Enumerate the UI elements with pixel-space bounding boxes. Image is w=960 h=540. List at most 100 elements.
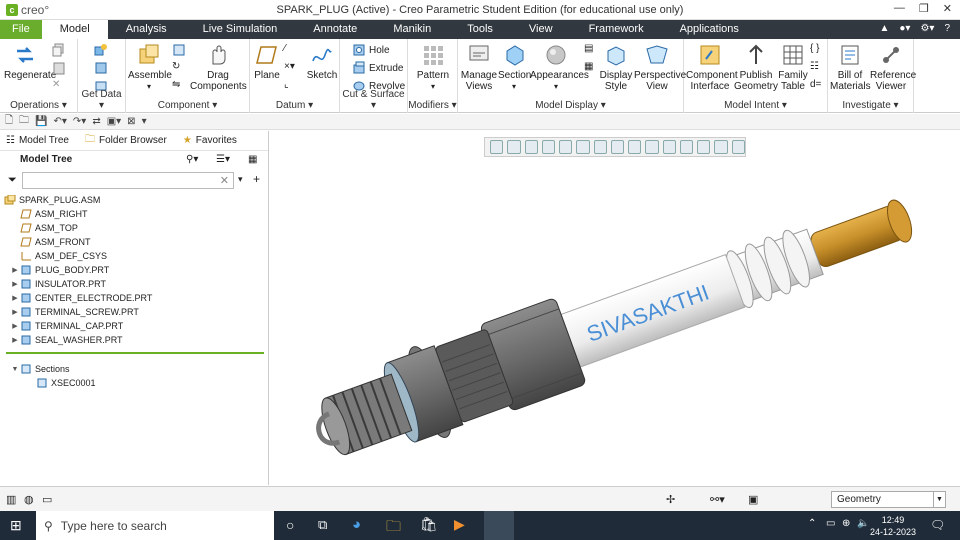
restore-icon[interactable]: ❐ (919, 2, 929, 15)
undo-icon[interactable]: ↶▾ (54, 116, 67, 127)
mirror-component-icon[interactable]: ⇋ (172, 79, 180, 90)
tab-tools[interactable]: Tools (449, 20, 511, 39)
close-window-icon[interactable]: ⊠ (127, 116, 135, 127)
select-box-icon[interactable]: ▣ (748, 493, 758, 506)
tree-item-csys[interactable]: ASM_DEF_CSYS (0, 249, 269, 263)
minimize-icon[interactable]: — (894, 2, 905, 15)
tree-item-datum[interactable]: ASM_TOP (0, 221, 269, 235)
assemble-button[interactable]: Assemble ▾ (128, 43, 172, 92)
tab-framework[interactable]: Framework (571, 20, 662, 39)
tree-item-root[interactable]: SPARK_PLUG.ASM (0, 193, 269, 207)
relations-icon[interactable]: ☷ (810, 61, 819, 72)
regenerate-button[interactable]: Regenerate (4, 43, 56, 81)
publish-geometry-button[interactable]: Publish Geometry (734, 43, 778, 92)
tab-live-simulation[interactable]: Live Simulation (185, 20, 296, 39)
family-table-button[interactable]: Family Table (778, 43, 808, 92)
tree-search-input[interactable]: ✕ (22, 172, 234, 189)
edge-icon[interactable]: ◕ (352, 516, 361, 533)
csys-icon[interactable]: ⌞ (284, 79, 289, 90)
d-equals-button[interactable]: d= (810, 79, 821, 90)
find-icon[interactable]: ⚯▾ (710, 493, 725, 506)
clear-search-icon[interactable]: ✕ (220, 174, 229, 187)
manage-views-button[interactable]: Manage Views (460, 43, 498, 92)
windows-icon[interactable]: ▣▾ (107, 116, 121, 127)
regen-status-icon[interactable]: ✢ (666, 493, 675, 506)
extrude-button[interactable]: Extrude (352, 61, 403, 75)
tab-manikin[interactable]: Manikin (375, 20, 449, 39)
selection-filter[interactable]: Geometry ▼ (831, 491, 946, 508)
tree-item-datum[interactable]: ASM_RIGHT (0, 207, 269, 221)
delete-icon[interactable]: ✕ (52, 79, 60, 90)
tab-analysis[interactable]: Analysis (108, 20, 185, 39)
view-manager-icon[interactable]: ▦ (584, 61, 593, 72)
display-style-button[interactable]: Display Style (598, 43, 634, 92)
cortana-icon[interactable]: ○ (286, 517, 294, 533)
tab-folder-browser[interactable]: 🗀 Folder Browser (85, 132, 167, 149)
layers-icon[interactable]: ▤ (584, 43, 593, 54)
repeat-icon[interactable]: ↻ (172, 61, 180, 72)
taskbar-clock[interactable]: 12:49 24-12-2023 (870, 514, 916, 538)
taskbar-search[interactable]: ⚲ Type here to search (36, 511, 274, 540)
perspective-view-button[interactable]: Perspective View (634, 43, 686, 92)
sketch-button[interactable]: Sketch (306, 43, 338, 81)
show-navigator-icon[interactable]: ▥ (6, 493, 16, 506)
pattern-button[interactable]: Pattern ▾ (412, 43, 454, 92)
save-icon[interactable]: 💾 (35, 116, 47, 127)
tab-model[interactable]: Model (41, 20, 108, 39)
tree-item-part[interactable]: ▶ PLUG_BODY.PRT (0, 263, 269, 277)
store-icon[interactable]: 🛍 (420, 516, 438, 533)
component-interface-button[interactable]: Component Interface (686, 43, 738, 92)
close-icon[interactable]: ✕ (943, 2, 952, 15)
redo-icon[interactable]: ↷▾ (73, 116, 86, 127)
tab-model-tree[interactable]: ☷ Model Tree (6, 135, 69, 146)
tree-item-sections[interactable]: ▼ Sections (0, 362, 269, 376)
new-file-icon[interactable]: 🗋 (5, 113, 13, 130)
create-component-icon[interactable] (172, 43, 186, 57)
tree-settings-icon[interactable]: ⚲▾ (186, 151, 198, 169)
bill-of-materials-button[interactable]: Bill of Materials (830, 43, 871, 92)
plane-button[interactable]: Plane (252, 43, 282, 81)
tab-favorites[interactable]: ★ Favorites (183, 135, 237, 146)
help-icon[interactable]: ? (944, 23, 950, 34)
axis-icon[interactable]: ⁄ (284, 43, 286, 54)
network-icon[interactable]: ⊕ (842, 518, 850, 529)
settings-icon[interactable]: ⚙▾ (920, 23, 934, 34)
file-explorer-icon[interactable]: 🗀 (386, 516, 401, 540)
command-search-icon[interactable]: ●▾ (899, 23, 910, 34)
search-dropdown-icon[interactable]: ▾ (238, 174, 243, 185)
show-icon[interactable]: ☰▾ (216, 151, 230, 169)
user-defined-feature-icon[interactable] (94, 43, 108, 57)
tree-item-section[interactable]: XSEC0001 (0, 376, 269, 390)
appearances-button[interactable]: Appearances ▾ (530, 43, 589, 92)
tree-item-part[interactable]: ▶ TERMINAL_CAP.PRT (0, 319, 269, 333)
qat-customize-icon[interactable]: ▾ (142, 116, 147, 127)
tab-applications[interactable]: Applications (662, 20, 757, 39)
tree-item-datum[interactable]: ASM_FRONT (0, 235, 269, 249)
tab-file[interactable]: File (0, 20, 42, 39)
tree-item-part[interactable]: ▶ INSULATOR.PRT (0, 277, 269, 291)
creo-taskbar-icon[interactable] (484, 511, 514, 540)
point-icon[interactable]: ×▾ (284, 61, 295, 72)
tree-item-part[interactable]: ▶ CENTER_ELECTRODE.PRT (0, 291, 269, 305)
regenerate-small-icon[interactable]: ⇄ (92, 116, 100, 127)
graphics-window[interactable]: SIVASAKTHI (270, 131, 960, 485)
add-column-icon[interactable]: + (253, 172, 260, 186)
minimize-ribbon-icon[interactable]: ▲ (879, 23, 889, 34)
tab-annotate[interactable]: Annotate (295, 20, 375, 39)
tray-chevron-icon[interactable]: ⌃ (808, 518, 816, 529)
drag-components-button[interactable]: Drag Components (190, 43, 247, 92)
copy-icon[interactable] (52, 43, 66, 57)
tree-filter-options-icon[interactable]: ▦ (248, 151, 257, 169)
full-screen-icon[interactable]: ▭ (42, 493, 52, 506)
tab-view[interactable]: View (511, 20, 571, 39)
copy-geometry-icon[interactable] (94, 61, 108, 75)
tree-item-part[interactable]: ▶ TERMINAL_SCREW.PRT (0, 305, 269, 319)
hole-button[interactable]: Hole (352, 43, 390, 57)
volume-icon[interactable]: 🔈 (857, 518, 869, 529)
media-player-icon[interactable]: ▶ (454, 516, 465, 533)
reference-viewer-button[interactable]: Reference Viewer (870, 43, 916, 92)
paste-icon[interactable] (52, 61, 66, 75)
section-button[interactable]: Section ▾ (498, 43, 531, 92)
tree-item-part[interactable]: ▶ SEAL_WASHER.PRT (0, 333, 269, 347)
windows-start-icon[interactable]: ⊞ (10, 517, 22, 534)
